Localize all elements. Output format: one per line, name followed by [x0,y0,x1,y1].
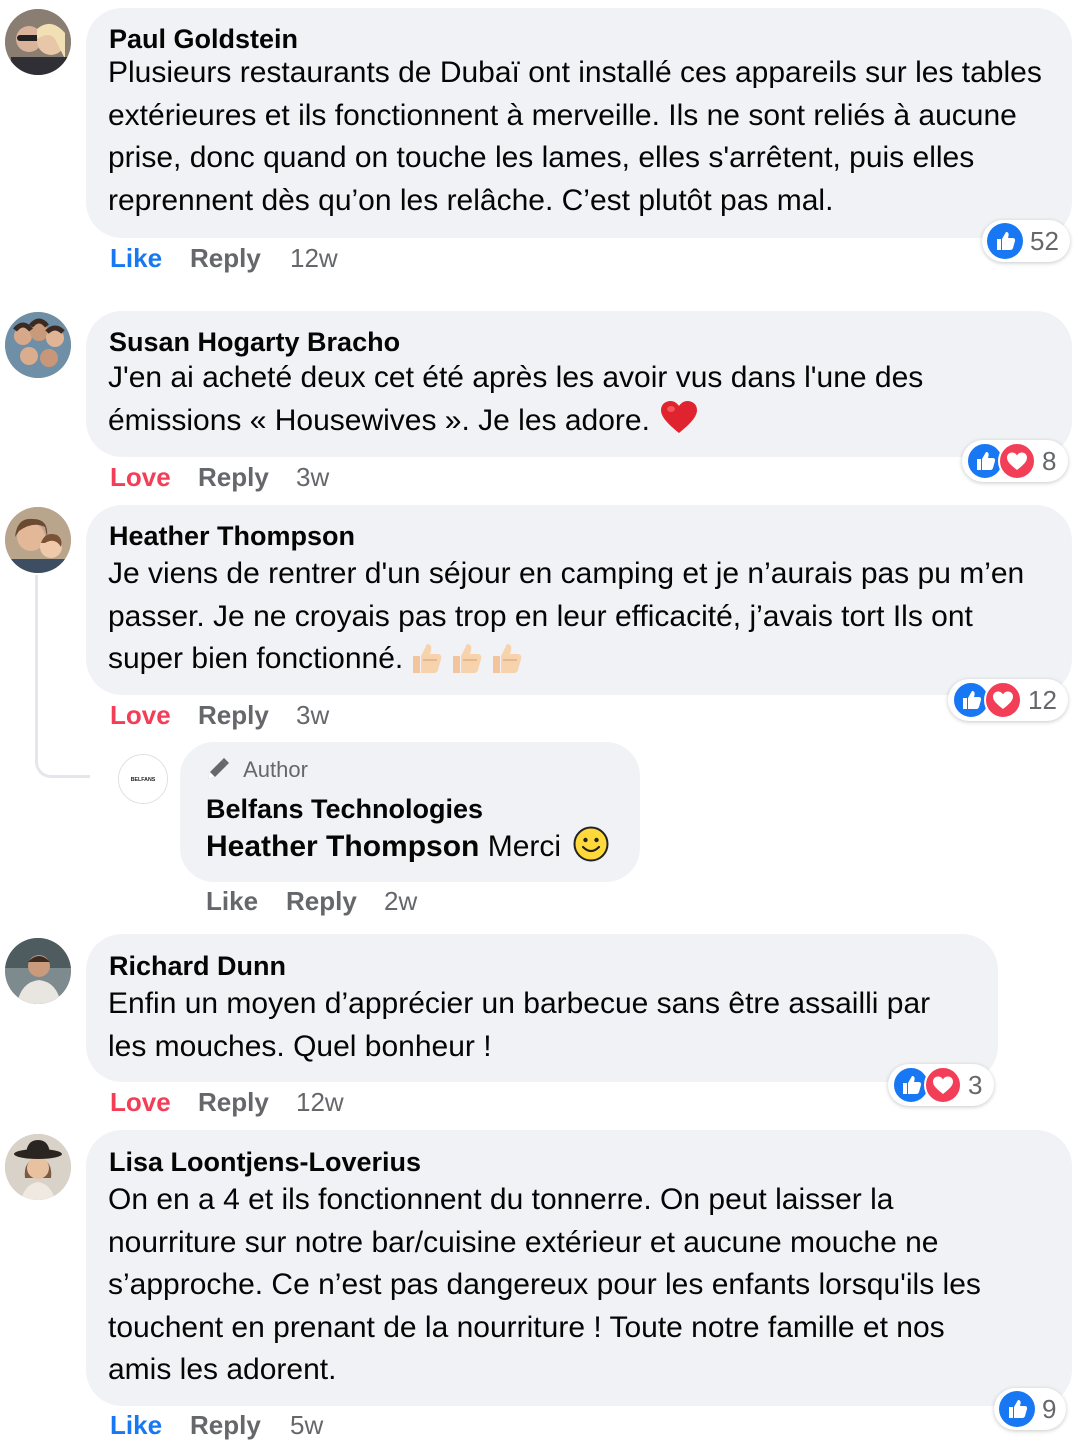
comment-text-line: émissions « Housewives ». Je les adore. [108,400,923,443]
love-icon [924,1066,962,1104]
comment-text: Je viens de rentrer d'un séjour en campi… [108,553,1024,681]
thumbs-up-emoji [413,644,442,673]
avatar[interactable] [5,507,71,573]
comment-author[interactable]: Heather Thompson [109,521,355,552]
comment-text-line: Plusieurs restaurants de Dubaï ont insta… [108,56,1042,89]
reply-button[interactable]: Reply [198,1087,269,1118]
like-button[interactable]: Like [110,1410,162,1441]
author-badge: Author [205,756,308,783]
comment-author[interactable]: Susan Hogarty Bracho [109,327,400,358]
comment-text-line: Enfin un moyen d’apprécier un barbecue s… [108,987,931,1020]
comment-text-line: amis les adorent. [108,1353,337,1386]
comment-text-line: extérieures et ils fonctionnent à mervei… [108,98,1017,132]
like-icon [999,1391,1035,1427]
love-button[interactable]: Love [110,700,171,731]
reply-button[interactable]: Reply [190,243,261,274]
like-button[interactable]: Like [206,886,258,917]
reply-author[interactable]: Belfans Technologies [206,794,483,825]
comment-text-line: passer. Je ne croyais pas trop en leur e… [108,599,973,633]
timestamp[interactable]: 3w [296,700,329,731]
pencil-icon [208,758,229,779]
comment-text-line: reprennent dès qu’on les relâche. C’est … [108,183,834,217]
love-icon [998,442,1036,480]
thumbs-up-emoji [453,644,482,673]
avatar[interactable]: BELFANS [118,754,168,804]
reaction-count: 12 [1028,684,1057,715]
comment-text: Plusieurs restaurants de Dubaï ont insta… [108,52,1042,222]
avatar[interactable] [5,9,71,75]
timestamp[interactable]: 5w [290,1410,323,1441]
thumbs-up-emoji [493,644,522,673]
timestamp[interactable]: 3w [296,462,329,493]
comment-text-line: On en a 4 et ils fonctionnent du tonnerr… [108,1183,894,1216]
comment-text-line: super bien fonctionné. [108,638,1024,681]
reaction-summary[interactable]: 3 [888,1064,994,1106]
avatar[interactable] [5,1134,71,1200]
reaction-summary[interactable]: 52 [982,220,1070,262]
reaction-summary[interactable]: 12 [948,679,1068,721]
reply-button[interactable]: Reply [198,462,269,493]
reply-button[interactable]: Reply [286,886,357,917]
reply-button[interactable]: Reply [198,700,269,731]
thread-connector [35,575,90,778]
belfans-logo-text: BELFANS [131,777,156,783]
comment-author[interactable]: Paul Goldstein [109,24,298,55]
comment-text: J'en ai acheté deux cet été après les av… [108,357,923,442]
love-button[interactable]: Love [110,1087,171,1118]
timestamp[interactable]: 12w [296,1087,344,1118]
avatar[interactable] [5,938,71,1004]
like-icon [987,223,1023,259]
comment-text-line: J'en ai acheté deux cet été après les av… [108,361,924,394]
smile-emoji [573,826,609,862]
reaction-count: 9 [1042,1393,1057,1424]
comment-text-line: Je viens de rentrer d'un séjour en campi… [108,557,1025,590]
timestamp[interactable]: 12w [290,243,338,274]
comment-text-line: prise, donc quand on touche les lames, e… [108,141,975,174]
reply-text: Heather Thompson Merci [206,826,609,864]
comment-text-segment: émissions « Housewives ». Je les adore. [108,403,650,437]
mention-link[interactable]: Heather Thompson [206,830,479,863]
reply-message: Merci [487,830,562,863]
comment-text-line: s’approche. Ce n’est pas dangereux pour … [108,1268,981,1301]
reaction-count: 3 [968,1069,983,1100]
love-icon [984,681,1022,719]
avatar[interactable] [5,312,71,378]
comment-text-line: nourriture sur notre bar/cuisine extérie… [108,1225,939,1259]
reply-button[interactable]: Reply [190,1410,261,1441]
comment-text-line: touchent en prenant de la nourriture ! T… [108,1310,945,1344]
comment-text: Enfin un moyen d’apprécier un barbecue s… [108,983,930,1068]
heart-emoji [660,400,697,433]
reaction-summary[interactable]: 9 [994,1388,1066,1430]
comment-text-segment: super bien fonctionné. [108,642,404,675]
like-button[interactable]: Like [110,243,162,274]
love-button[interactable]: Love [110,462,171,493]
comment-author[interactable]: Lisa Loontjens-Loverius [109,1147,421,1178]
reaction-count: 52 [1030,225,1059,256]
comment-author[interactable]: Richard Dunn [109,951,286,982]
timestamp[interactable]: 2w [384,886,417,917]
comment-text-line: les mouches. Quel bonheur ! [108,1029,492,1063]
comment-text: On en a 4 et ils fonctionnent du tonnerr… [108,1179,981,1392]
reaction-summary[interactable]: 8 [962,440,1068,482]
reaction-count: 8 [1042,445,1057,476]
author-badge-label: Author [243,757,308,782]
